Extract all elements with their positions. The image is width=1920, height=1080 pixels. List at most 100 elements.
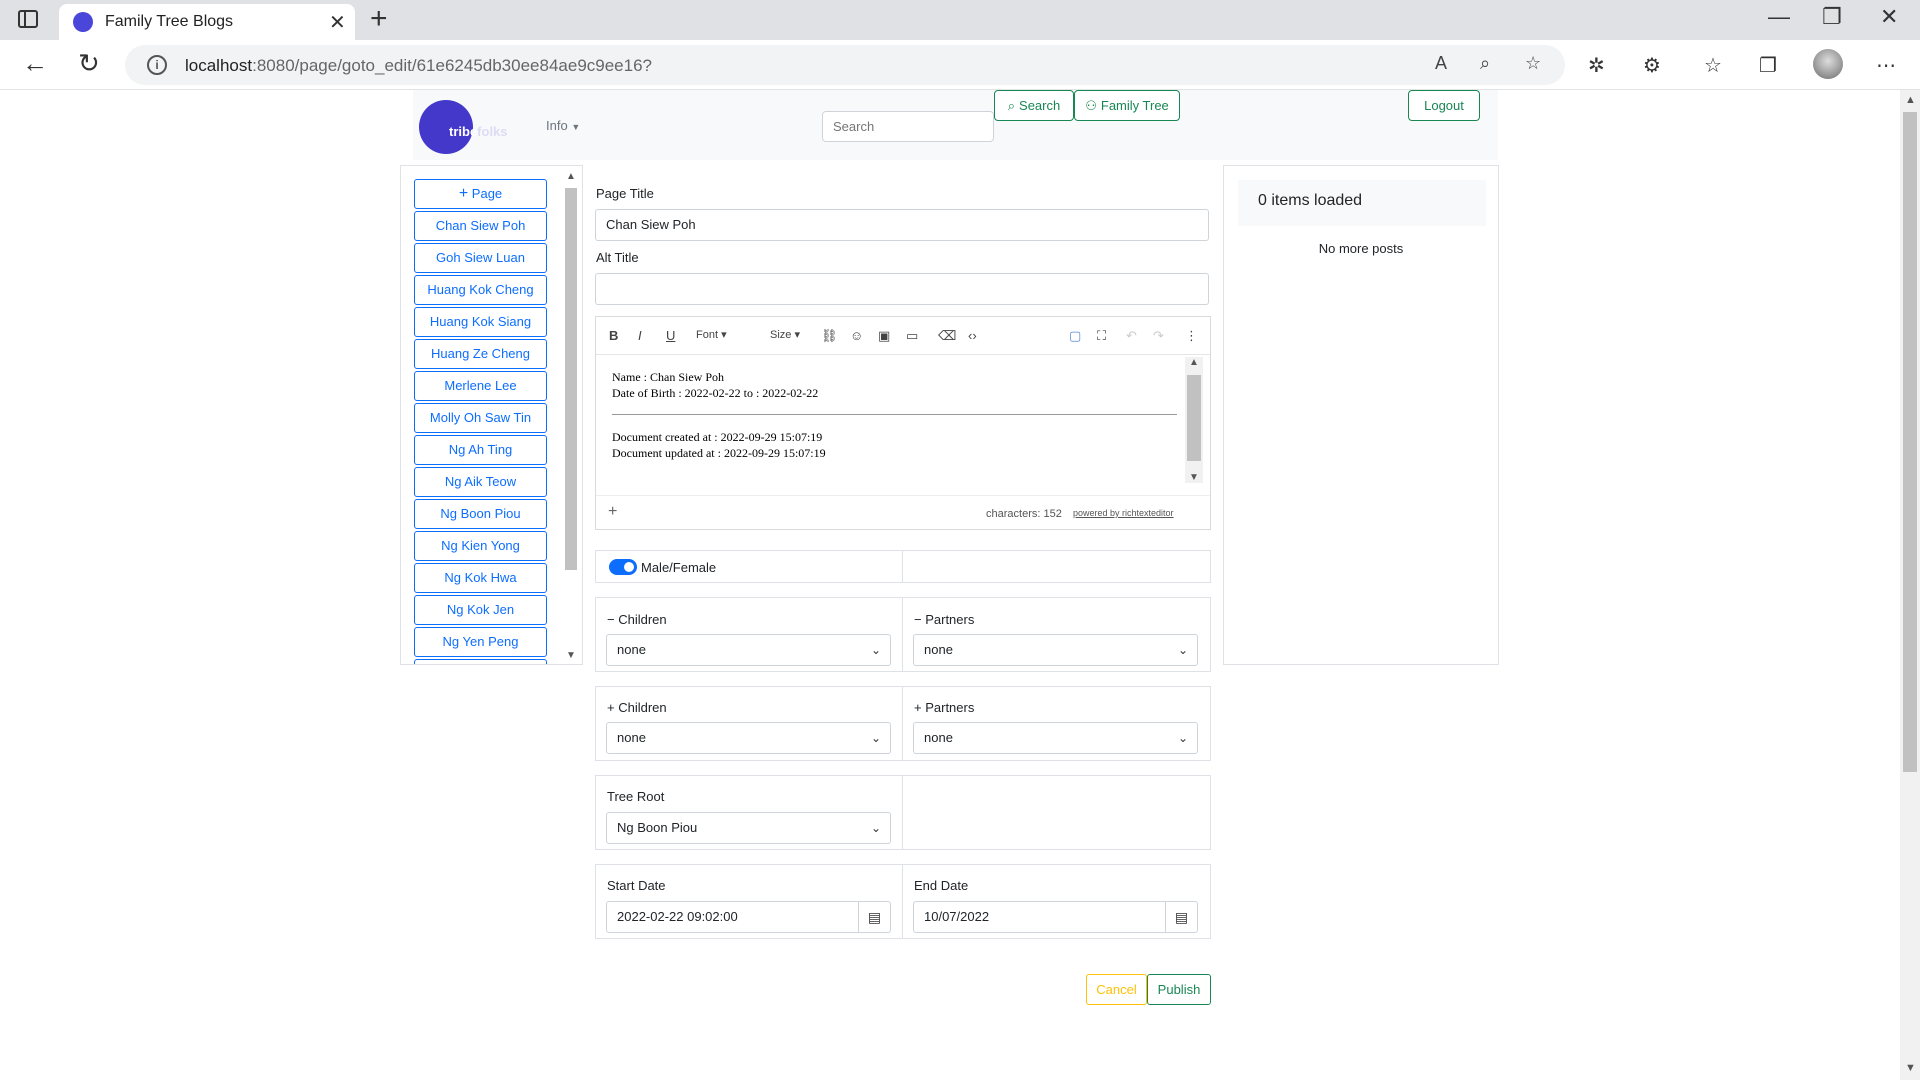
extensions-icon[interactable]: ⚙ xyxy=(1643,53,1661,78)
fullscreen-icon[interactable]: ⛶ xyxy=(1097,328,1106,344)
cancel-button[interactable]: Cancel xyxy=(1086,974,1147,1005)
add-children-select[interactable]: none ⌄ xyxy=(606,722,891,754)
start-date-label: Start Date xyxy=(607,878,666,893)
scroll-down-icon[interactable]: ▼ xyxy=(566,650,576,661)
start-date-input[interactable]: 2022-02-22 09:02:00 ▤ xyxy=(606,901,891,933)
sidebar-item[interactable]: Goh Siew Luan xyxy=(414,243,547,273)
size-dropdown[interactable]: Size ▾ xyxy=(770,328,800,341)
sidebar-item[interactable]: Ng Kien Yong xyxy=(414,531,547,561)
italic-icon[interactable]: I xyxy=(638,328,642,343)
code-icon[interactable]: ‹› xyxy=(968,328,977,343)
search-input[interactable] xyxy=(822,111,994,142)
sidebar-item[interactable]: Ng Aik Teow xyxy=(414,467,547,497)
tab-actions-icon[interactable] xyxy=(18,10,38,28)
minus-icon: − xyxy=(914,612,922,627)
scroll-down-icon[interactable]: ▼ xyxy=(1189,472,1199,483)
image-icon[interactable]: ▣ xyxy=(878,328,890,344)
editor-scroll-thumb[interactable] xyxy=(1187,375,1201,461)
scroll-up-icon[interactable]: ▲ xyxy=(566,171,576,182)
character-count: characters: 152 xyxy=(986,508,1062,520)
scroll-up-icon[interactable]: ▲ xyxy=(1189,357,1199,368)
sidebar-item[interactable]: Ng Yen Peng xyxy=(414,627,547,657)
tribefolks-logo[interactable]: tribefolks xyxy=(419,100,508,154)
remove-children-select[interactable]: none ⌄ xyxy=(606,634,891,666)
scroll-up-icon[interactable]: ▲ xyxy=(1905,94,1916,106)
extension-bug-icon[interactable]: ✲ xyxy=(1588,53,1605,78)
favorites-icon[interactable]: ☆ xyxy=(1704,53,1722,78)
alt-title-input[interactable] xyxy=(595,273,1209,305)
sidebar-scroll-thumb[interactable] xyxy=(565,188,577,570)
page-title-input[interactable]: Chan Siew Poh xyxy=(595,209,1209,241)
no-more-posts-text: No more posts xyxy=(1318,241,1404,256)
calendar-icon[interactable]: ▤ xyxy=(1165,902,1197,932)
items-loaded-header: 0 items loaded xyxy=(1238,180,1486,226)
collections-icon[interactable]: ❐ xyxy=(1759,53,1777,78)
undo-icon[interactable]: ↶ xyxy=(1126,328,1137,344)
chevron-down-icon: ⌄ xyxy=(870,731,881,745)
emoji-icon[interactable]: ☺ xyxy=(850,328,863,343)
sidebar-item[interactable]: Huang Kok Cheng xyxy=(414,275,547,305)
minimize-icon[interactable]: — xyxy=(1768,4,1790,30)
address-bar[interactable]: i localhost:8080/page/goto_edit/61e6245d… xyxy=(125,45,1565,85)
browser-tab[interactable]: Family Tree Blogs ✕ xyxy=(59,4,355,40)
sidebar-item-partial[interactable] xyxy=(414,659,547,664)
read-aloud-icon[interactable]: A xyxy=(1435,53,1447,74)
sidebar-item[interactable]: Huang Ze Cheng xyxy=(414,339,547,369)
editor-add-icon[interactable]: + xyxy=(608,503,617,521)
search-button[interactable]: ⌕ Search xyxy=(994,90,1074,121)
editor-scrollbar[interactable]: ▲ ▼ xyxy=(1185,357,1203,483)
tab-close-icon[interactable]: ✕ xyxy=(329,10,346,35)
sidebar-item[interactable]: Ng Boon Piou xyxy=(414,499,547,529)
family-tree-button[interactable]: ⚇ Family Tree xyxy=(1074,90,1180,121)
browser-tab-bar: Family Tree Blogs ✕ + — ❐ ✕ xyxy=(0,0,1920,40)
logout-button[interactable]: Logout xyxy=(1408,90,1480,121)
scroll-thumb[interactable] xyxy=(1903,112,1917,772)
calendar-icon[interactable]: ▤ xyxy=(858,902,890,932)
favicon-icon xyxy=(73,12,93,32)
video-icon[interactable]: ▭ xyxy=(906,328,918,344)
scroll-down-icon[interactable]: ▼ xyxy=(1905,1062,1916,1074)
refresh-icon[interactable]: ↻ xyxy=(78,48,100,79)
font-dropdown[interactable]: Font ▾ xyxy=(696,328,727,341)
info-dropdown[interactable]: Info ▼ xyxy=(546,118,580,133)
sidebar-item[interactable]: Chan Siew Poh xyxy=(414,211,547,241)
add-favorite-icon[interactable]: ☆ xyxy=(1525,53,1541,74)
editor-content[interactable]: Name : Chan Siew Poh Date of Birth : 202… xyxy=(596,355,1210,495)
back-icon[interactable]: ← xyxy=(22,48,48,79)
bold-icon[interactable]: B xyxy=(609,328,618,343)
publish-button[interactable]: Publish xyxy=(1147,974,1211,1005)
redo-icon[interactable]: ↷ xyxy=(1153,328,1164,344)
sidebar-item[interactable]: Ng Kok Jen xyxy=(414,595,547,625)
sidebar-item[interactable]: Ng Ah Ting xyxy=(414,435,547,465)
page-scrollbar[interactable]: ▲ ▼ xyxy=(1900,90,1920,1080)
underline-icon[interactable]: U xyxy=(666,328,675,343)
more-options-icon[interactable]: ⋮ xyxy=(1185,328,1198,344)
restore-icon[interactable]: ❐ xyxy=(1822,4,1842,30)
tree-root-select[interactable]: Ng Boon Piou ⌄ xyxy=(606,812,891,844)
window-close-icon[interactable]: ✕ xyxy=(1880,4,1898,30)
toggle-border-icon[interactable]: ▢ xyxy=(1069,328,1081,344)
powered-by-link[interactable]: powered by richtexteditor xyxy=(1073,508,1174,518)
add-partners-label: + Partners xyxy=(914,700,975,715)
sidebar-item[interactable]: Molly Oh Saw Tin xyxy=(414,403,547,433)
remove-partners-select[interactable]: none ⌄ xyxy=(913,634,1198,666)
new-tab-icon[interactable]: + xyxy=(370,2,388,36)
dates-group: Start Date 2022-02-22 09:02:00 ▤ End Date… xyxy=(595,864,1211,939)
link-icon[interactable]: ⛓ xyxy=(821,328,838,344)
gender-toggle-switch[interactable] xyxy=(609,559,637,575)
more-menu-icon[interactable]: ⋯ xyxy=(1876,53,1896,78)
add-partners-select[interactable]: none ⌄ xyxy=(913,722,1198,754)
profile-avatar[interactable] xyxy=(1813,49,1843,79)
eraser-icon[interactable]: ⌫ xyxy=(938,328,956,344)
site-info-icon[interactable]: i xyxy=(147,55,167,75)
sidebar-item[interactable]: Merlene Lee xyxy=(414,371,547,401)
zoom-icon[interactable]: ⌕ xyxy=(1480,53,1490,74)
end-date-input[interactable]: 10/07/2022 ▤ xyxy=(913,901,1198,933)
tree-root-group: Tree Root Ng Boon Piou ⌄ xyxy=(595,775,1211,850)
chevron-down-icon: ⌄ xyxy=(1177,643,1188,657)
sidebar-scrollbar[interactable]: ▲ ▼ xyxy=(563,171,579,661)
alt-title-label: Alt Title xyxy=(596,250,639,265)
sidebar-item[interactable]: Huang Kok Siang xyxy=(414,307,547,337)
add-page-button[interactable]: + Page xyxy=(414,179,547,209)
sidebar-item[interactable]: Ng Kok Hwa xyxy=(414,563,547,593)
